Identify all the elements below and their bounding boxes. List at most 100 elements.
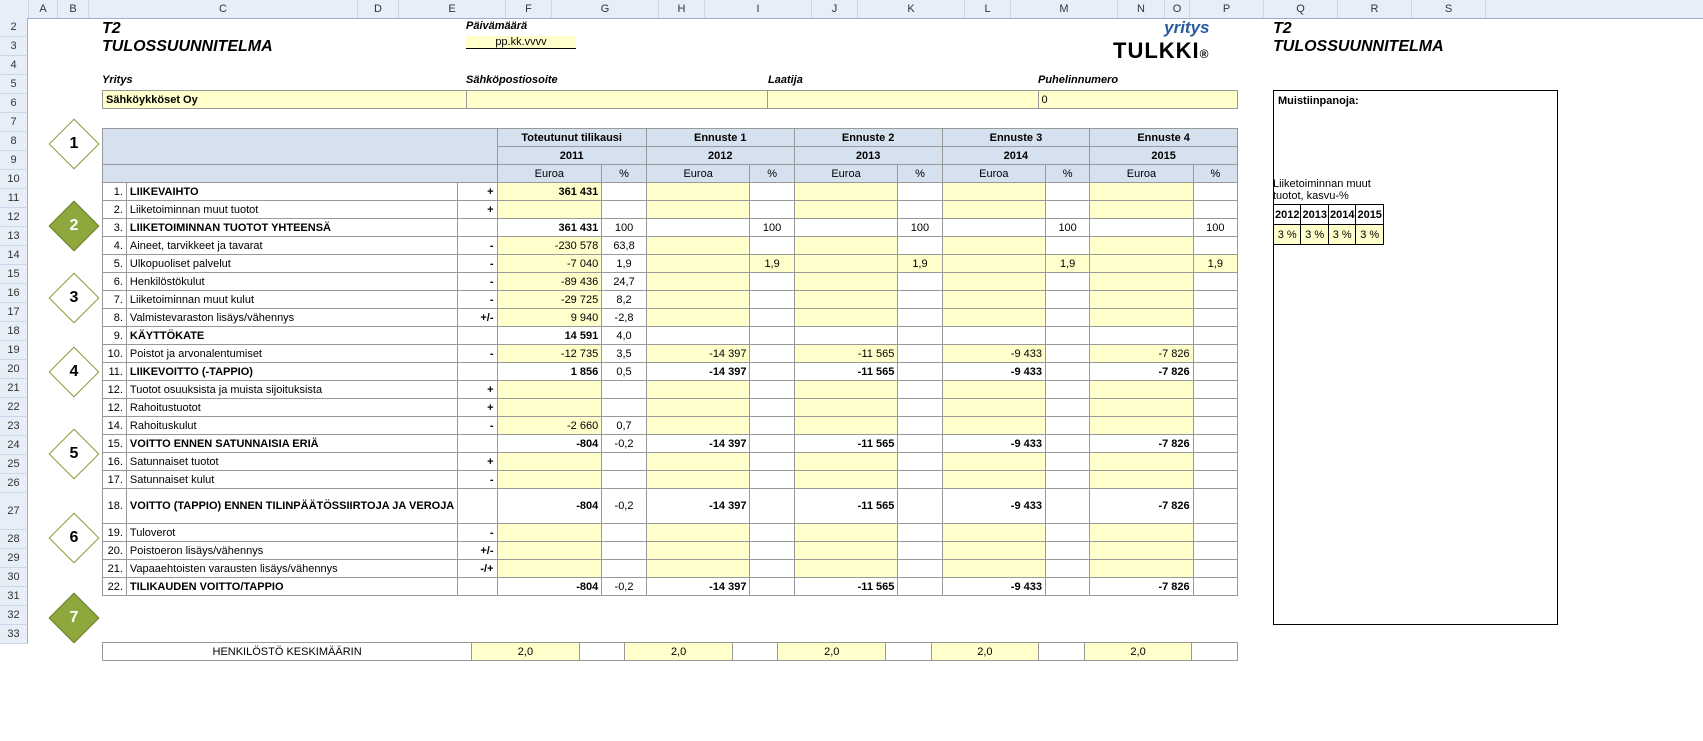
staff-value[interactable]: 2,0 — [1084, 643, 1192, 661]
cell[interactable] — [942, 309, 1045, 327]
cell[interactable] — [794, 524, 898, 542]
cell[interactable]: -230 578 — [497, 237, 602, 255]
cell[interactable] — [646, 255, 750, 273]
cell[interactable] — [497, 399, 602, 417]
cell[interactable] — [1090, 524, 1193, 542]
staff-value[interactable]: 2,0 — [931, 643, 1039, 661]
cell[interactable] — [1090, 255, 1193, 273]
cell[interactable] — [794, 273, 898, 291]
cell[interactable] — [1090, 237, 1193, 255]
cell[interactable] — [1090, 399, 1193, 417]
cell[interactable] — [942, 291, 1045, 309]
cell[interactable] — [942, 381, 1045, 399]
date-value[interactable]: pp.kk.vvvv — [466, 36, 576, 49]
cell[interactable]: 1,9 — [750, 255, 794, 273]
growth-value[interactable]: 3 % — [1301, 225, 1328, 245]
cell[interactable] — [497, 381, 602, 399]
cell[interactable]: 9 940 — [497, 309, 602, 327]
cell[interactable] — [942, 560, 1045, 578]
notes-box[interactable]: Muistiinpanoja: — [1273, 90, 1558, 625]
cell[interactable] — [497, 201, 602, 219]
cell[interactable] — [646, 542, 750, 560]
cell[interactable] — [942, 453, 1045, 471]
cell[interactable] — [646, 309, 750, 327]
cell[interactable] — [497, 524, 602, 542]
growth-value[interactable]: 3 % — [1274, 225, 1301, 245]
cell[interactable] — [794, 255, 898, 273]
staff-value[interactable]: 2,0 — [778, 643, 886, 661]
cell[interactable]: -12 735 — [497, 345, 602, 363]
cell[interactable] — [794, 183, 898, 201]
growth-value[interactable]: 3 % — [1356, 225, 1383, 245]
cell[interactable] — [646, 471, 750, 489]
cell[interactable]: 1,9 — [602, 255, 647, 273]
cell[interactable] — [646, 273, 750, 291]
cell[interactable] — [942, 542, 1045, 560]
cell[interactable] — [646, 237, 750, 255]
cell[interactable] — [646, 291, 750, 309]
cell[interactable] — [646, 453, 750, 471]
cell[interactable] — [497, 542, 602, 560]
cell[interactable] — [646, 201, 750, 219]
cell[interactable]: -29 725 — [497, 291, 602, 309]
cell[interactable] — [942, 471, 1045, 489]
cell[interactable] — [1090, 560, 1193, 578]
cell[interactable] — [497, 471, 602, 489]
cell[interactable] — [794, 560, 898, 578]
cell[interactable] — [646, 560, 750, 578]
cell[interactable] — [646, 524, 750, 542]
cell[interactable] — [646, 399, 750, 417]
yritys-value[interactable]: Sähköykköset Oy — [103, 91, 467, 109]
cell[interactable] — [1090, 453, 1193, 471]
cell[interactable] — [942, 399, 1045, 417]
cell[interactable] — [794, 201, 898, 219]
cell[interactable] — [1090, 542, 1193, 560]
cell[interactable] — [794, 237, 898, 255]
cell[interactable]: -7 826 — [1090, 345, 1193, 363]
staff-value[interactable]: 2,0 — [625, 643, 733, 661]
cell[interactable] — [646, 417, 750, 435]
cell[interactable]: 1,9 — [1046, 255, 1090, 273]
cell[interactable] — [794, 471, 898, 489]
cell[interactable] — [794, 291, 898, 309]
cell[interactable]: 1,9 — [1193, 255, 1237, 273]
cell[interactable] — [646, 183, 750, 201]
cell[interactable]: 1,9 — [898, 255, 942, 273]
cell[interactable] — [497, 453, 602, 471]
laatija-value[interactable] — [768, 91, 1038, 109]
email-value[interactable] — [467, 91, 768, 109]
cell[interactable] — [794, 399, 898, 417]
cell[interactable] — [794, 417, 898, 435]
cell[interactable]: -2 660 — [497, 417, 602, 435]
cell[interactable] — [646, 381, 750, 399]
cell[interactable]: 361 431 — [497, 183, 602, 201]
cell[interactable] — [942, 524, 1045, 542]
cell[interactable]: -11 565 — [794, 345, 898, 363]
cell[interactable]: -89 436 — [497, 273, 602, 291]
cell[interactable] — [794, 542, 898, 560]
cell[interactable] — [1090, 381, 1193, 399]
cell[interactable] — [1090, 291, 1193, 309]
cell[interactable] — [1090, 309, 1193, 327]
cell[interactable] — [794, 453, 898, 471]
cell[interactable] — [942, 183, 1045, 201]
cell[interactable] — [942, 237, 1045, 255]
cell[interactable] — [1090, 201, 1193, 219]
cell[interactable] — [1090, 183, 1193, 201]
puhelin-value[interactable]: 0 — [1038, 91, 1238, 109]
cell[interactable]: -7 040 — [497, 255, 602, 273]
cell[interactable] — [942, 273, 1045, 291]
cell[interactable] — [942, 417, 1045, 435]
cell[interactable]: -14 397 — [646, 345, 750, 363]
cell[interactable] — [794, 309, 898, 327]
growth-value[interactable]: 3 % — [1328, 225, 1355, 245]
cell[interactable] — [794, 381, 898, 399]
cell[interactable] — [1090, 273, 1193, 291]
cell[interactable] — [1090, 471, 1193, 489]
cell[interactable] — [942, 255, 1045, 273]
cell[interactable]: -9 433 — [942, 345, 1045, 363]
cell[interactable] — [1090, 417, 1193, 435]
cell[interactable] — [497, 560, 602, 578]
cell[interactable] — [942, 201, 1045, 219]
staff-value[interactable]: 2,0 — [472, 643, 580, 661]
